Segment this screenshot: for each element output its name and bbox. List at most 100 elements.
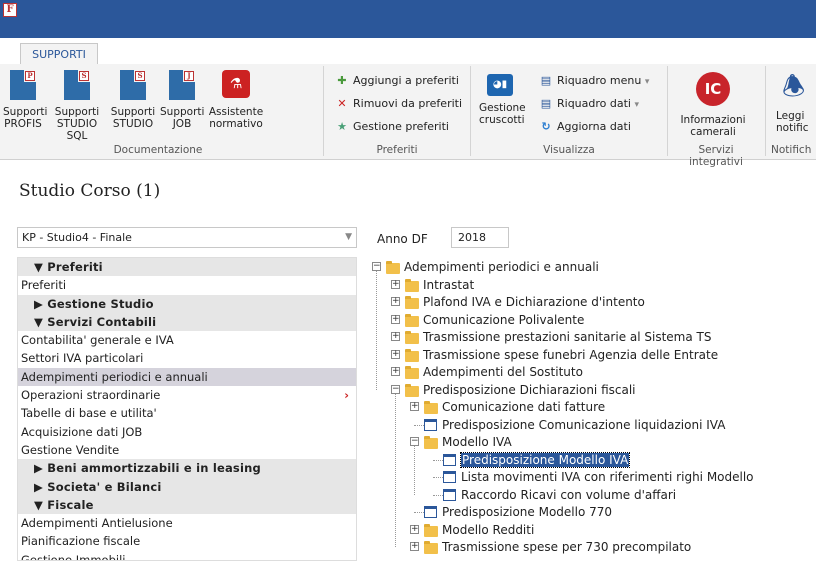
menu-item-label: Gestione Immobili	[21, 552, 126, 561]
tree-node[interactable]: Comunicazione Polivalente	[423, 311, 584, 329]
collapse-icon[interactable]: −	[391, 384, 400, 394]
expand-icon[interactable]: +	[410, 542, 419, 551]
remove-favorite-button[interactable]: ✕ Rimuovi da preferiti	[335, 95, 462, 113]
tree-node[interactable]: Predisposizione Modello IVA	[459, 451, 631, 469]
folder-icon	[405, 296, 419, 309]
tree-node-label: Intrastat	[423, 277, 475, 292]
riquadro-dati-dropdown[interactable]: ▤ Riquadro dati ▾	[539, 95, 639, 113]
menu-item[interactable]: Operazioni straordinarie ›	[18, 386, 356, 404]
document-icon: S	[120, 70, 146, 100]
tree-node-label: Adempimenti periodici e annuali	[404, 260, 599, 274]
riquadro-menu-dropdown[interactable]: ▤ Riquadro menu ▾	[539, 72, 650, 90]
group-separator	[667, 66, 668, 156]
expand-icon[interactable]: +	[391, 367, 400, 376]
expand-icon[interactable]: +	[410, 402, 419, 411]
menu-item[interactable]: Preferiti	[18, 276, 356, 294]
tree-node-label: Comunicazione dati fatture	[442, 400, 606, 414]
menu-item[interactable]: Settori IVA particolari	[18, 349, 356, 367]
menu-item[interactable]: Tabelle di base e utilita'	[18, 404, 356, 422]
anno-label: Anno DF	[377, 232, 428, 246]
folder-icon	[405, 331, 419, 344]
menu-item[interactable]: Gestione Vendite	[18, 441, 356, 459]
title-bar: F	[0, 0, 816, 38]
menu-section-header[interactable]: ▼ Fiscale	[18, 495, 356, 515]
tree-node[interactable]: Trasmissione spese funebri Agenzia delle…	[423, 346, 718, 364]
menu-pane-icon: ▤	[540, 74, 552, 87]
tree-node[interactable]: Adempimenti periodici e annuali	[404, 258, 599, 276]
tree-node[interactable]: Comunicazione dati fatture	[442, 398, 605, 416]
tab-configurazione[interactable]: CONFIGURAZIONE	[190, 44, 308, 64]
chevron-down-icon: ▾	[634, 100, 640, 110]
document-icon: S	[64, 70, 90, 100]
menu-item[interactable]: Contabilita' generale e IVA	[18, 331, 356, 349]
tree-node[interactable]: Lista movimenti IVA con riferimenti righ…	[461, 468, 754, 486]
gestione-cruscotti-button[interactable]: ◕▮ Gestione cruscotti	[479, 68, 526, 126]
menu-item[interactable]: Adempimenti Antielusione	[18, 514, 356, 532]
tree-node[interactable]: Predisposizione Dichiarazioni fiscali	[423, 381, 636, 399]
menu-section-header[interactable]: ▼ Preferiti	[18, 258, 356, 277]
tree-connector	[414, 446, 415, 495]
menu-item-label: Tabelle di base e utilita'	[21, 406, 157, 421]
tab-supporti[interactable]: SUPPORTI	[20, 43, 98, 65]
tree-node[interactable]: Predisposizione Comunicazione liquidazio…	[442, 416, 725, 434]
tree-node-label: Raccordo Ricavi con volume d'affari	[461, 487, 677, 502]
menu-section-header[interactable]: ▶ Beni ammortizzabili e in leasing	[18, 459, 356, 478]
expand-icon[interactable]: +	[410, 524, 419, 534]
tree-node[interactable]: Modello IVA	[442, 433, 512, 451]
document-icon: P	[10, 70, 36, 100]
aggiorna-dati-button[interactable]: ↻ Aggiorna dati	[539, 118, 631, 136]
supporti-studio-sql-button[interactable]: S Supporti STUDIO SQL	[48, 68, 106, 142]
supporti-profis-button[interactable]: P Supporti PROFIS	[3, 68, 47, 130]
page-icon	[424, 506, 437, 518]
menu-section-header[interactable]: ▶ Societa' e Bilanci	[18, 477, 356, 496]
expand-icon[interactable]: +	[391, 314, 400, 324]
tree-node[interactable]: Trasmissione spese per 730 precompilato	[442, 538, 691, 556]
chevron-down-icon[interactable]: ▼	[345, 228, 352, 247]
expand-icon[interactable]: +	[391, 297, 400, 306]
folder-icon	[405, 366, 419, 379]
folder-icon	[424, 523, 438, 537]
tree-node-label: Predisposizione Dichiarazioni fiscali	[423, 382, 636, 397]
tab-strumenti[interactable]: STRUMENTI	[326, 44, 400, 64]
assistente-normativo-button[interactable]: ⚗ Assistente normativo	[206, 68, 266, 130]
menu-item-label: ▼ Fiscale	[34, 497, 94, 512]
menu-item[interactable]: Adempimenti periodici e annuali	[18, 367, 356, 387]
menu-item-label: ▼ Servizi Contabili	[34, 314, 157, 329]
folder-icon	[405, 278, 419, 292]
menu-section-header[interactable]: ▶ Gestione Studio	[18, 294, 356, 313]
tree-node[interactable]: Raccordo Ricavi con volume d'affari	[461, 486, 676, 504]
star-icon: ★	[337, 120, 347, 133]
supporti-studio-button[interactable]: S Supporti STUDIO	[108, 68, 158, 130]
anno-input[interactable]: 2018	[451, 227, 509, 248]
menu-item-label: Preferiti	[21, 278, 67, 293]
collapse-icon[interactable]: −	[410, 437, 419, 446]
tree-node[interactable]: Intrastat	[423, 276, 474, 294]
studio-select[interactable]: KP - Studio4 - Finale ▼	[17, 227, 357, 248]
menu-item-label: ▶ Gestione Studio	[34, 296, 154, 311]
page-title: Studio Corso (1)	[19, 181, 161, 201]
informazioni-camerali-button[interactable]: IC Informazioni camerali	[673, 68, 753, 138]
tree-node[interactable]: Predisposizione Modello 770	[442, 503, 612, 521]
collapse-icon[interactable]: −	[372, 262, 381, 271]
tree-node[interactable]: Trasmissione prestazioni sanitarie al Si…	[423, 328, 712, 346]
menu-item[interactable]: Gestione Immobili	[18, 551, 356, 561]
tree-node-label: Adempimenti del Sostituto	[423, 365, 583, 379]
menu-item-label: Operazioni straordinarie	[21, 388, 161, 403]
menu-item[interactable]: Pianificazione fiscale	[18, 532, 356, 550]
expand-icon[interactable]: +	[391, 332, 400, 341]
page-icon	[443, 453, 456, 466]
menu-item-label: ▶ Societa' e Bilanci	[34, 479, 162, 494]
supporti-job-button[interactable]: J Supporti JOB	[160, 68, 204, 130]
tree-node[interactable]: Plafond IVA e Dichiarazione d'intento	[423, 293, 645, 311]
expand-icon[interactable]: +	[391, 279, 400, 289]
expand-icon[interactable]: +	[391, 349, 400, 359]
menu-section-header[interactable]: ▼ Servizi Contabili	[18, 312, 356, 332]
app-logo-icon[interactable]: F	[3, 3, 17, 17]
add-favorite-button[interactable]: ✚ Aggiungi a preferiti	[335, 72, 459, 90]
manage-favorites-button[interactable]: ★ Gestione preferiti	[335, 118, 449, 136]
tree-node[interactable]: Adempimenti del Sostituto	[423, 363, 583, 381]
tab-servizi[interactable]: SERVIZI	[115, 44, 175, 64]
tree-node[interactable]: Modello Redditi	[442, 521, 534, 539]
menu-item[interactable]: Acquisizione dati JOB	[18, 423, 356, 441]
leggi-notifiche-button[interactable]: 🕭 Leggi notific	[776, 68, 816, 134]
